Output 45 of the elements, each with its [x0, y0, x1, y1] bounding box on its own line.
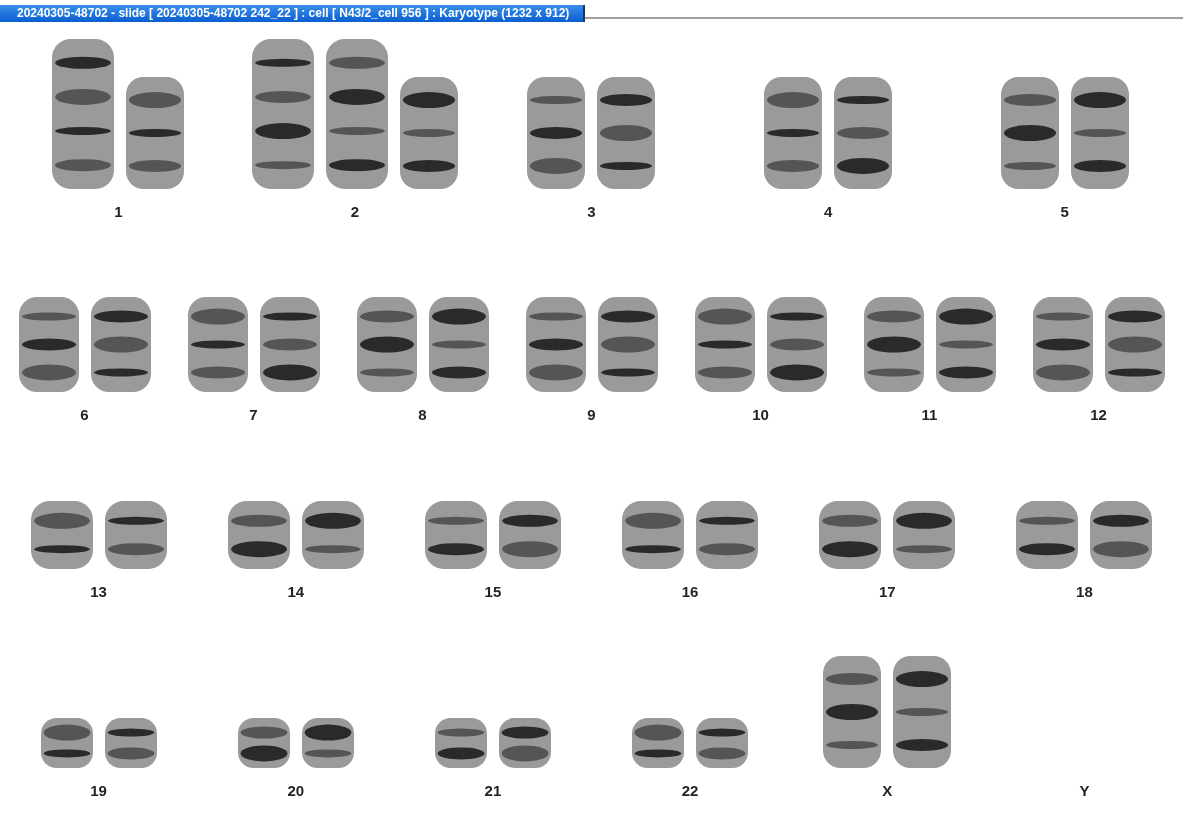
chromosome-label: 20 [287, 782, 305, 800]
chromosome-label: 3 [587, 203, 596, 221]
chromosome-label: 13 [90, 583, 107, 601]
chromosome-label: 17 [878, 583, 896, 601]
chromosome-label: 21 [484, 782, 502, 800]
chromosome-label: Y [1079, 782, 1090, 800]
chromosome-drawing [40, 718, 93, 768]
chromosome-drawing [696, 718, 749, 768]
chromosome-label: 16 [681, 583, 699, 601]
chromosome-drawing [893, 501, 956, 569]
chromosome-drawing [227, 501, 290, 569]
chromosome-label: 11 [921, 406, 938, 424]
chromosome-drawing [819, 501, 882, 569]
chromosome-drawing [1090, 501, 1153, 569]
chromosome-drawing [696, 501, 759, 569]
chromosome-label: 2 [350, 203, 360, 221]
chromosome-drawing [104, 501, 167, 569]
chromosome-drawing [434, 718, 487, 768]
chromosome-label: 7 [249, 406, 258, 424]
window-title: 20240305-48702 - slide [ 20240305-48702 242_22 ] : cell [ N43/2_cell 956 ] : Karyotype (1232 x 912) [0, 5, 586, 22]
chromosome-label: 9 [587, 406, 596, 424]
chromosome-drawing [498, 718, 551, 768]
chromosome-drawing [632, 718, 685, 768]
chromosome-label: 10 [752, 406, 769, 424]
chromosome-label: 8 [418, 406, 427, 424]
chromosome-label: 22 [681, 782, 699, 800]
chromosome-drawing [30, 501, 93, 569]
chromosome-label: 4 [823, 203, 833, 221]
chromosome-label: 5 [1060, 203, 1069, 221]
chromosome-drawing [498, 501, 561, 569]
chromosome-label: 19 [90, 782, 107, 800]
chromosome-drawing [301, 501, 364, 569]
chromosome-label: 1 [114, 203, 123, 221]
chromosome-drawing [104, 718, 157, 768]
chromosome-drawing [424, 501, 487, 569]
chromosome-drawing [301, 718, 354, 768]
chromosome-drawing [1016, 501, 1079, 569]
chromosome-drawing [622, 501, 685, 569]
chromosome-label: 14 [287, 583, 305, 601]
chromosome-label: 18 [1076, 583, 1093, 601]
chromosome-drawing [237, 718, 290, 768]
chromosome-label: 6 [80, 406, 89, 424]
chromosome-label: 15 [484, 583, 502, 601]
chromosome-label: X [882, 782, 893, 800]
chromosome-label: 12 [1090, 406, 1107, 424]
